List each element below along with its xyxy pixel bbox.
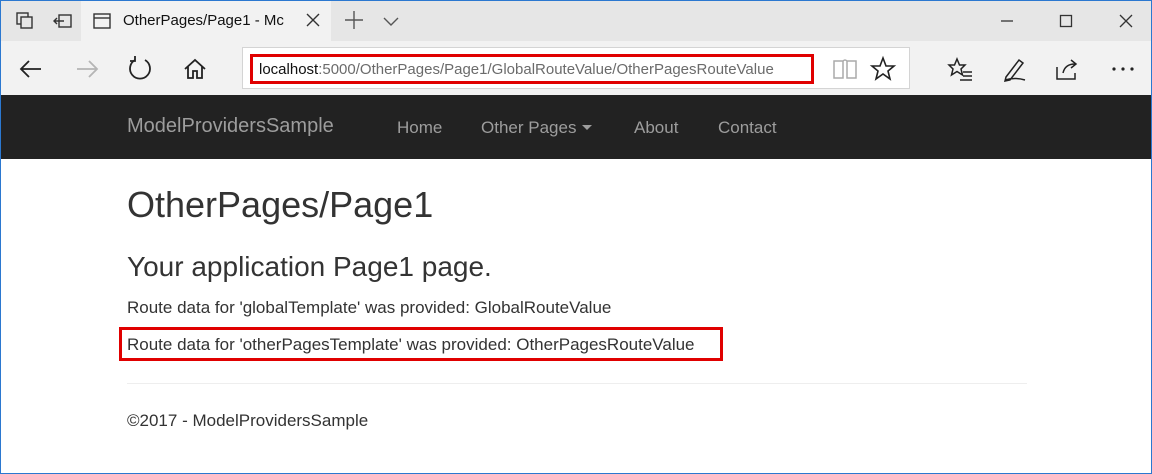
chevron-down-icon[interactable] [381,11,401,31]
nav-about[interactable]: About [634,118,678,138]
home-icon[interactable] [181,55,209,83]
favorites-hub-icon[interactable] [946,55,974,83]
site-brand[interactable]: ModelProvidersSample [127,115,334,138]
forward-arrow-icon[interactable] [73,55,101,83]
browser-window: OtherPages/Page1 - Mc localhost:5000/Oth… [0,0,1152,474]
footer-text: ©2017 - ModelProvidersSample [127,411,369,430]
favorite-star-icon[interactable] [869,55,897,83]
divider [127,383,1027,384]
minimize-icon[interactable] [995,9,1019,33]
caret-down-icon [582,125,593,130]
route-other-text: Route data for 'otherPagesTemplate' was … [127,335,695,354]
tab-title: OtherPages/Page1 - Mc [123,12,284,29]
tab-manager-icon[interactable] [13,9,37,33]
refresh-icon[interactable] [126,55,154,83]
back-arrow-icon[interactable] [17,55,45,83]
nav-other-pages-label: Other Pages [481,118,577,137]
maximize-icon[interactable] [1054,9,1078,33]
active-tab[interactable]: OtherPages/Page1 - Mc [81,1,331,41]
url-highlight-box [250,54,814,84]
page-subtitle: Your application Page1 page. [127,251,492,282]
page-icon [93,13,111,29]
new-tab-icon[interactable] [343,9,365,31]
more-options-icon[interactable] [1109,55,1137,83]
nav-other-pages[interactable]: Other Pages [481,118,593,138]
site-navbar: ModelProvidersSample Home Other Pages Ab… [1,95,1151,159]
close-tab-icon[interactable] [304,11,322,29]
share-icon[interactable] [1053,55,1081,83]
page-title: OtherPages/Page1 [127,184,434,225]
route-global-text: Route data for 'globalTemplate' was prov… [127,298,612,317]
set-aside-tabs-icon[interactable] [51,9,75,33]
reading-view-icon[interactable] [831,55,859,83]
pen-notes-icon[interactable] [1001,55,1029,83]
nav-contact[interactable]: Contact [718,118,777,138]
close-window-icon[interactable] [1114,9,1138,33]
tab-bar: OtherPages/Page1 - Mc [1,1,1151,41]
nav-home[interactable]: Home [397,118,442,138]
address-toolbar: localhost:5000/OtherPages/Page1/GlobalRo… [1,41,1151,95]
